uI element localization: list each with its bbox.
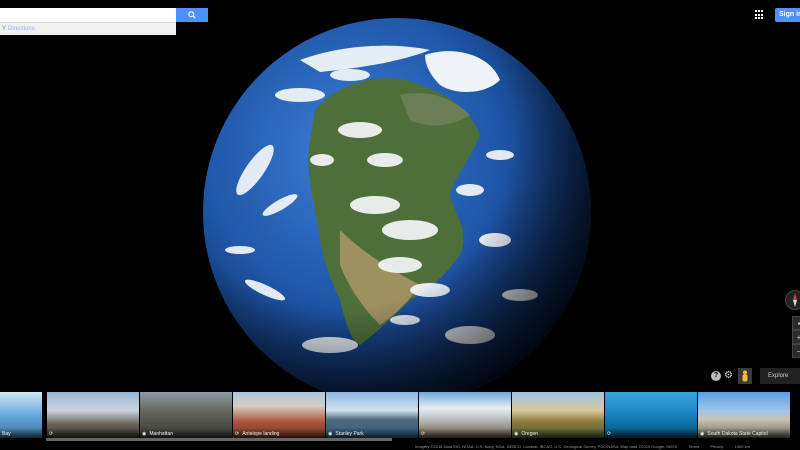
thumbnail-card[interactable]: ⟳ bbox=[419, 392, 511, 438]
thumbnail-caption: South Dakota State Capitol bbox=[707, 431, 768, 437]
help-button[interactable]: ? bbox=[711, 371, 721, 381]
compass-icon[interactable] bbox=[785, 290, 800, 310]
search-input[interactable] bbox=[0, 8, 176, 27]
thumbnail-caption: Antelope landing bbox=[242, 431, 280, 437]
privacy-link[interactable]: Privacy bbox=[710, 444, 723, 449]
thumbnail-card[interactable]: Bay bbox=[0, 392, 42, 438]
360-icon: ⟳ bbox=[49, 431, 54, 437]
thumbnail-card[interactable]: ⟳ bbox=[605, 392, 697, 438]
directions-label: Directions bbox=[8, 26, 35, 32]
scale-label: 1000 km bbox=[734, 444, 750, 449]
gear-icon[interactable]: ⚙ bbox=[724, 370, 733, 382]
zoom-in-button[interactable]: + bbox=[792, 330, 800, 344]
terms-link[interactable]: Terms bbox=[688, 444, 699, 449]
camera-icon: ◉ bbox=[700, 431, 705, 437]
camera-icon: ◉ bbox=[328, 431, 333, 437]
camera-icon: ◉ bbox=[142, 431, 147, 437]
thumbnail-strip: Bay ⟳ ◉ Manhattan ⟳ Antelope landing ◉ Stan… bbox=[0, 386, 800, 446]
thumbnail-card[interactable]: ◉ Stanley Park bbox=[326, 392, 418, 438]
thumbnail-caption: Oregon bbox=[521, 431, 539, 437]
pegman-icon[interactable] bbox=[738, 368, 752, 384]
thumbnail-caption: Manhattan bbox=[149, 431, 174, 437]
attribution-text: Imagery ©2015 Data SIO, NOAA, U.S. Navy,… bbox=[415, 444, 678, 449]
explore-label: Explore bbox=[768, 373, 789, 379]
search-button[interactable] bbox=[176, 8, 208, 22]
earth-globe[interactable] bbox=[0, 0, 800, 450]
360-icon: ⟳ bbox=[607, 431, 612, 437]
search-icon bbox=[188, 11, 196, 19]
tilt-icon[interactable]: ▪ bbox=[792, 316, 800, 330]
360-icon: ⟳ bbox=[235, 431, 240, 437]
360-icon: ⟳ bbox=[421, 431, 426, 437]
explore-button[interactable]: Explore bbox=[760, 368, 800, 384]
thumbnail-card[interactable]: ◉ Manhattan bbox=[140, 392, 232, 438]
map-footer: Imagery ©2015 Data SIO, NOAA, U.S. Navy,… bbox=[415, 444, 760, 449]
directions-icon: Y bbox=[2, 26, 7, 32]
thumbnail-card[interactable]: ◉ Oregon bbox=[512, 392, 604, 438]
thumbnail-card[interactable]: ⟳ bbox=[47, 392, 139, 438]
thumbnail-scrollbar[interactable] bbox=[46, 438, 392, 441]
directions-link[interactable]: Y Directions bbox=[0, 22, 176, 35]
thumbnail-caption: Bay bbox=[2, 431, 11, 437]
thumbnail-card[interactable]: ⟳ Antelope landing bbox=[233, 392, 325, 438]
thumbnail-caption: Stanley Park bbox=[335, 431, 364, 437]
thumbnail-card[interactable]: ◉ South Dakota State Capitol bbox=[698, 392, 790, 438]
camera-icon: ◉ bbox=[514, 431, 519, 437]
sign-in-button[interactable]: Sign in bbox=[775, 8, 800, 22]
zoom-out-button[interactable]: − bbox=[792, 344, 800, 358]
apps-grid-icon[interactable] bbox=[755, 10, 765, 20]
